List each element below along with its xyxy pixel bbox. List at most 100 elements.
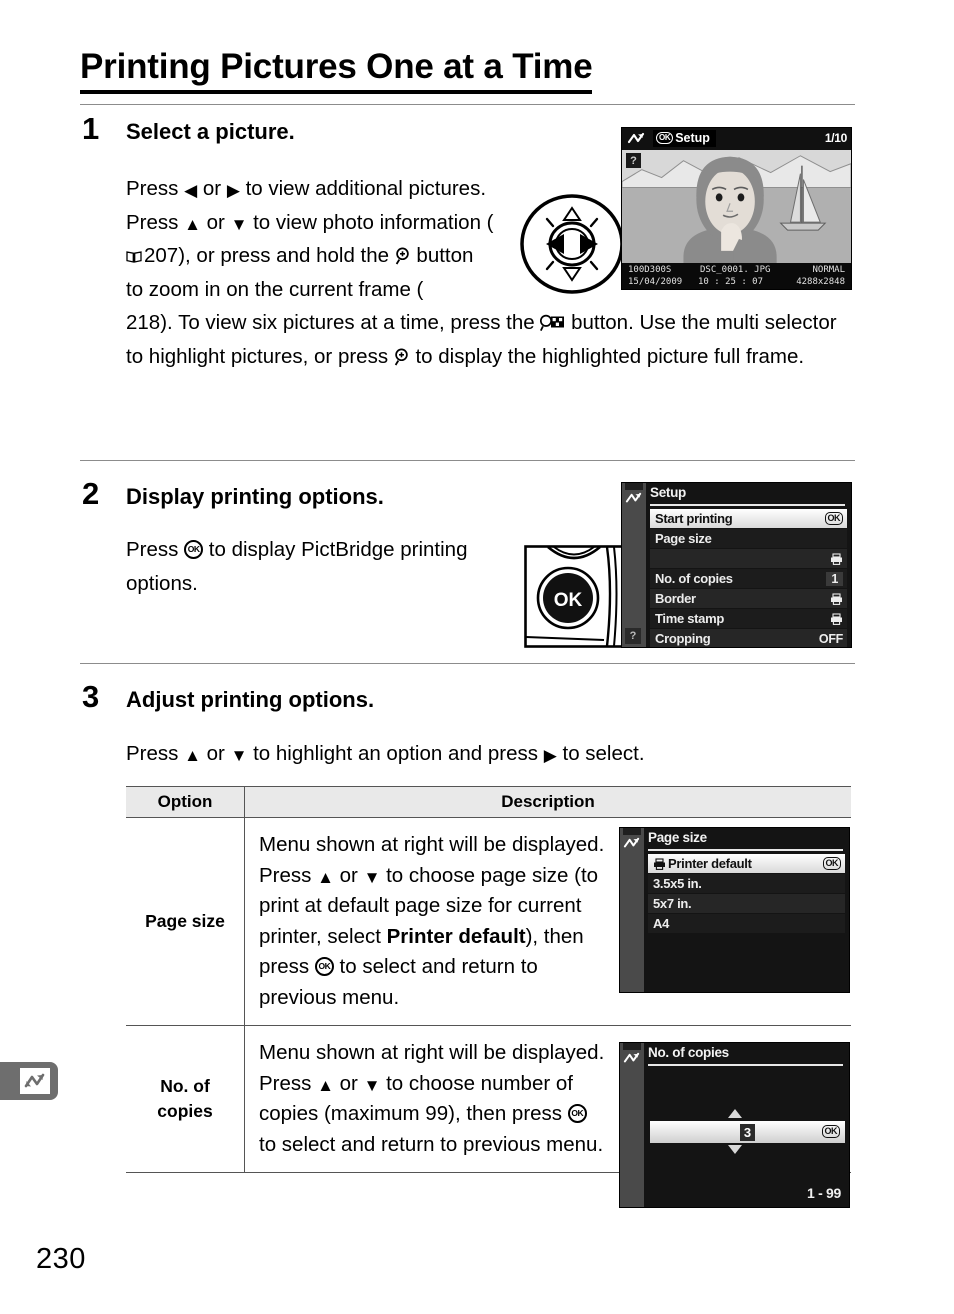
step1-text-10: to display the highlighted picture full …: [409, 344, 805, 368]
page-size-menu-screen: Page size Printer default OK 3.5x5 in. 5…: [619, 827, 850, 993]
menu-item-label: No. of copies: [655, 571, 733, 586]
down-arrow-icon: [364, 1077, 381, 1094]
page-title-wrap: Printing Pictures One at a Time: [80, 46, 855, 94]
zoom-in-button-icon: [395, 247, 411, 265]
step-1-number: 1: [82, 111, 100, 146]
ok-badge: OK: [821, 1125, 840, 1138]
menu-item-printer-default[interactable]: Printer default OK: [648, 854, 845, 873]
menu-title: Page size: [648, 830, 707, 845]
menu-item-5x7[interactable]: 5x7 in.: [648, 894, 845, 913]
step3-text-4: to select.: [556, 742, 645, 765]
divider-step-2: [80, 460, 855, 461]
pictbridge-icon: [623, 836, 641, 851]
decrement-arrow-icon[interactable]: [727, 1145, 742, 1154]
desc-text-5: to select and return to previous menu.: [259, 1132, 604, 1156]
menu-item-page-size[interactable]: Page size: [650, 529, 847, 548]
ok-badge: OK: [656, 132, 674, 144]
sidebar-top-marker: [623, 1043, 641, 1050]
menu-item-no-of-copies[interactable]: No. of copies 1: [650, 569, 847, 588]
increment-arrow-icon[interactable]: [727, 1109, 742, 1118]
row-option-no-of-copies: No. of copies: [126, 1025, 245, 1173]
row-option-line-2: copies: [157, 1101, 213, 1121]
ok-button-illustration: OK: [524, 545, 624, 648]
menu-item-label: Page size: [655, 531, 712, 546]
playback-screen: OK Setup 1/10 ? 100D300S DSC_0001. JPG NO…: [621, 127, 852, 290]
ok-button-icon: [184, 540, 204, 559]
playback-top-bar: OK Setup 1/10: [622, 128, 851, 150]
menu-title-rule: [650, 504, 845, 506]
book-reference-icon: [126, 250, 142, 263]
menu-item-a4[interactable]: A4: [648, 914, 845, 933]
step1-text-2: or: [197, 177, 227, 200]
menu-sidebar: [620, 1043, 644, 1207]
printer-icon: [653, 857, 666, 870]
up-arrow-icon: [317, 1077, 334, 1094]
down-arrow-icon: [231, 747, 248, 764]
thumbnail-button-icon: [540, 314, 565, 332]
folder-name: 100D300S: [628, 265, 672, 275]
multi-selector-dial-icon: [520, 194, 625, 294]
copies-range-label: 1 - 99: [807, 1185, 841, 1201]
desc-text-2: or: [333, 1071, 364, 1095]
divider-top: [80, 104, 855, 105]
menu-item-cropping[interactable]: Cropping OFF: [650, 629, 847, 647]
step1-text-4: or: [200, 210, 231, 234]
menu-item-label: Border: [655, 591, 696, 606]
menu-sidebar: [620, 828, 644, 992]
desc-bold-printer-default: Printer default: [386, 924, 526, 948]
step2-text-1: Press: [126, 538, 185, 561]
menu-item-text: Printer default: [668, 856, 752, 871]
printer-icon: [830, 592, 843, 605]
image-quality: NORMAL: [812, 265, 845, 275]
down-arrow-icon: [364, 869, 381, 886]
menu-item-label: Start printing: [655, 511, 733, 526]
up-arrow-icon: [184, 747, 201, 764]
pictbridge-connection-icon: [20, 1068, 50, 1094]
desc-text-2: or: [333, 863, 364, 887]
menu-title-rule: [648, 1064, 843, 1066]
menu-title: Setup: [650, 485, 687, 500]
ok-badge: OK: [824, 512, 843, 525]
question-mark-icon: ?: [626, 153, 641, 168]
menu-item-start-printing[interactable]: Start printing OK: [650, 509, 847, 528]
setup-label: Setup: [675, 131, 710, 145]
capture-time: 10 : 25 : 07: [698, 277, 764, 287]
down-arrow-icon: [231, 216, 248, 233]
file-name: DSC_0001. JPG: [700, 265, 771, 275]
menu-item-border[interactable]: Border: [650, 589, 847, 608]
setup-menu-list: Start printing OK Page size No. of copie…: [650, 509, 847, 647]
menu-item-page-size-value[interactable]: [650, 549, 847, 568]
printer-icon: [830, 612, 843, 625]
row-option-page-size: Page size: [126, 817, 245, 1026]
column-header-description: Description: [244, 786, 851, 818]
pictbridge-icon: [627, 131, 646, 146]
page-number: 230: [36, 1243, 86, 1275]
sidebar-top-marker: [625, 483, 643, 490]
printer-icon: [830, 552, 843, 565]
menu-item-label: Printer default: [653, 856, 823, 871]
menu-item-time-stamp[interactable]: Time stamp: [650, 609, 847, 628]
chapter-side-tab: [0, 1062, 58, 1100]
page-title: Printing Pictures One at a Time: [80, 46, 593, 94]
frame-counter: 1/10: [824, 131, 847, 145]
step3-text-3: to highlight an option and press: [247, 742, 544, 765]
copies-menu-screen: No. of copies 3 OK 1 - 99: [619, 1042, 850, 1208]
step-2-heading: Display printing options.: [126, 484, 384, 509]
copies-value-field[interactable]: 3 OK: [650, 1121, 845, 1143]
step-1-heading: Select a picture.: [126, 119, 295, 144]
menu-item-3-5x5[interactable]: 3.5x5 in.: [648, 874, 845, 893]
right-arrow-icon: [544, 747, 557, 764]
step1-text-5: to view photo information (: [247, 210, 494, 234]
step3-text-1: Press: [126, 742, 185, 765]
step1-text-1: Press: [126, 177, 185, 200]
table-header-row: Option Description: [126, 786, 851, 818]
up-arrow-icon: [184, 216, 201, 233]
capture-date: 15/04/2009: [628, 277, 683, 287]
menu-item-label: Time stamp: [655, 611, 725, 626]
ok-button-icon: [314, 957, 334, 976]
playback-info-bar: 100D300S DSC_0001. JPG NORMAL 15/04/2009…: [622, 263, 851, 289]
step-3-number: 3: [82, 679, 100, 714]
step-2-body: Press to display PictBridge printing opt…: [126, 533, 496, 600]
row-option-line-1: No. of: [160, 1076, 210, 1096]
setup-menu-screen: ? Setup Start printing OK Page size No. …: [621, 482, 852, 648]
